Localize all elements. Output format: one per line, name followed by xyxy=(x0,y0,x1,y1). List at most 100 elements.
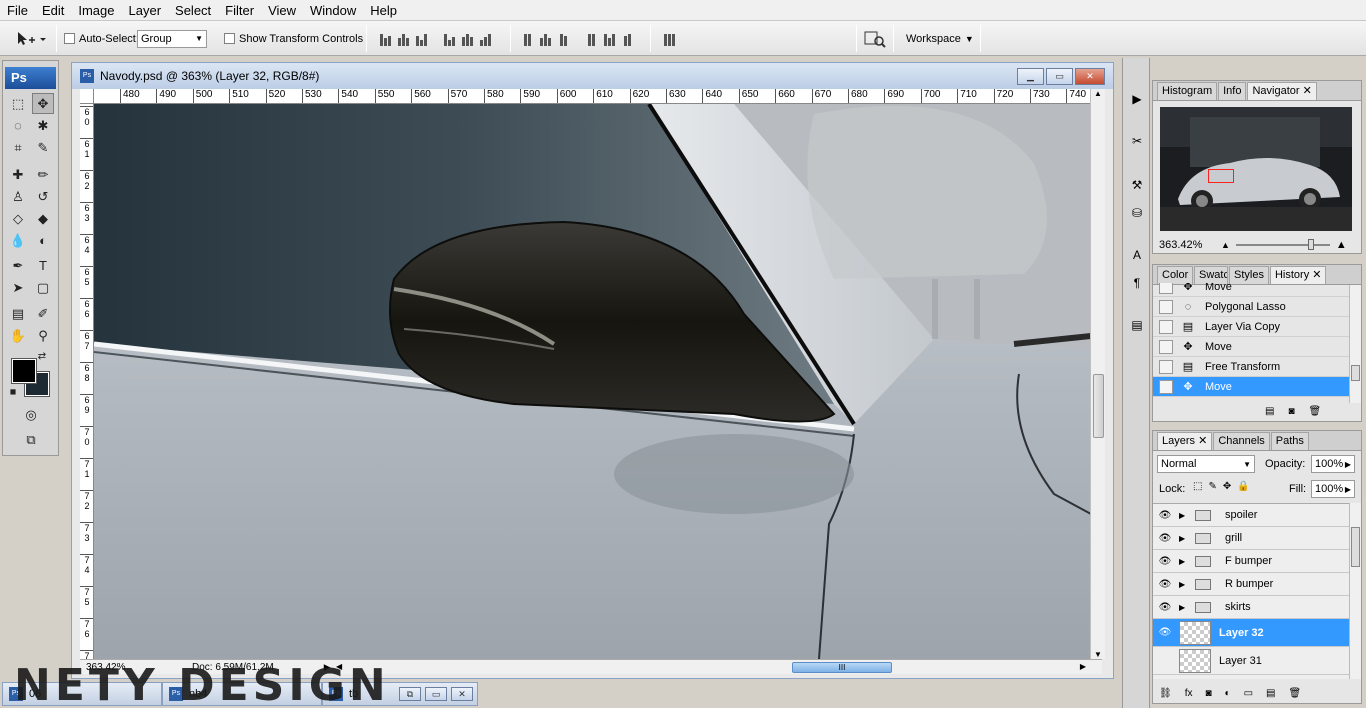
tab-color[interactable]: Color xyxy=(1157,266,1193,284)
history-item[interactable]: ▤ Free Transform xyxy=(1153,357,1349,377)
distribute-left-icon[interactable] xyxy=(584,32,598,46)
trash-icon[interactable]: 🗑 xyxy=(1309,406,1322,417)
hand-tool-icon[interactable]: ✋ xyxy=(7,325,29,346)
vertical-scroll-thumb[interactable] xyxy=(1093,374,1104,438)
eye-icon[interactable]: 👁 xyxy=(1157,602,1173,613)
document-title-bar[interactable]: Ps Navody.psd @ 363% (Layer 32, RGB/8#) … xyxy=(72,63,1113,89)
workspace-button[interactable]: Workspace ▼ xyxy=(906,21,974,56)
swap-colors-icon[interactable]: ⇄ xyxy=(35,349,49,363)
menu-view[interactable]: View xyxy=(261,0,303,21)
magic-wand-tool-icon[interactable]: ✱ xyxy=(32,115,54,136)
menu-select[interactable]: Select xyxy=(168,0,218,21)
quick-mask-icon[interactable]: ◎ xyxy=(20,404,42,425)
layers-scroll-thumb[interactable] xyxy=(1351,527,1360,567)
tab-swatches[interactable]: Swatc xyxy=(1194,266,1228,284)
align-hcenter-icon[interactable] xyxy=(460,32,474,46)
brush-tool-icon[interactable]: ✏ xyxy=(32,164,54,185)
brushes-icon[interactable]: ⚒ xyxy=(1126,174,1148,196)
menu-window[interactable]: Window xyxy=(303,0,363,21)
history-item[interactable]: ✥ Move xyxy=(1153,377,1349,397)
crop-tool-icon[interactable]: ⌗ xyxy=(7,137,29,158)
foreground-color-swatch[interactable] xyxy=(11,358,37,384)
expand-triangle-icon[interactable]: ▶ xyxy=(1179,534,1189,543)
history-snapshot-checkbox[interactable] xyxy=(1159,283,1173,294)
auto-align-layers-icon[interactable] xyxy=(662,32,676,46)
history-snapshot-checkbox[interactable] xyxy=(1159,339,1173,354)
lasso-tool-icon[interactable]: ◌ xyxy=(7,115,29,136)
align-bottom-icon[interactable] xyxy=(414,32,428,46)
horizontal-scroll-thumb[interactable]: III xyxy=(792,662,892,673)
horizontal-ruler[interactable]: 480 490 500 510 520 530 540 550 560 570 580 590 600 6… xyxy=(94,89,1101,104)
layer-style-icon[interactable]: fx xyxy=(1185,688,1193,699)
history-snapshot-checkbox[interactable] xyxy=(1159,379,1173,394)
history-item[interactable]: ✥ Move xyxy=(1153,337,1349,357)
layer-mask-icon[interactable]: ◙ xyxy=(1205,688,1211,699)
lock-image-icon[interactable]: ✎ xyxy=(1208,481,1216,492)
paragraph-icon[interactable]: ¶ xyxy=(1126,272,1148,294)
scroll-right-icon[interactable]: ▶ xyxy=(1080,662,1086,671)
layer-row[interactable]: Layer 31 xyxy=(1153,647,1349,675)
menu-help[interactable]: Help xyxy=(363,0,404,21)
history-item[interactable]: ◌ Polygonal Lasso xyxy=(1153,297,1349,317)
menu-image[interactable]: Image xyxy=(71,0,121,21)
lock-position-icon[interactable]: ✥ xyxy=(1223,481,1231,492)
vertical-ruler[interactable]: 6 0 6 1 6 2 6 3 6 4 6 5 6 6 6 7 6 8 6 9 7 0 7 1 7 2 7… xyxy=(80,104,94,659)
actions-icon[interactable]: ▶ xyxy=(1126,88,1148,110)
auto-select-checkbox[interactable] xyxy=(64,33,75,44)
character-icon[interactable]: A xyxy=(1126,244,1148,266)
eye-icon[interactable]: 👁 xyxy=(1157,556,1173,567)
image-canvas[interactable] xyxy=(94,104,1091,659)
expand-triangle-icon[interactable]: ▶ xyxy=(1179,511,1189,520)
clone-stamp-tool-icon[interactable]: ♙ xyxy=(7,186,29,207)
align-right-icon[interactable] xyxy=(478,32,492,46)
expand-triangle-icon[interactable]: ▶ xyxy=(1179,580,1189,589)
default-colors-icon[interactable]: ◼ xyxy=(7,385,19,397)
eye-icon[interactable]: 👁 xyxy=(1157,579,1173,590)
notes-tool-icon[interactable]: ▤ xyxy=(7,303,29,324)
clone-source-icon[interactable]: ⛁ xyxy=(1126,202,1148,224)
dodge-tool-icon[interactable]: ◐ xyxy=(32,230,54,251)
zoom-in-icon[interactable]: ▲ xyxy=(1336,239,1347,251)
adjustment-layer-icon[interactable]: ◐ xyxy=(1225,688,1231,699)
scroll-down-icon[interactable]: ▼ xyxy=(1091,650,1105,659)
close-icon[interactable]: ✕ xyxy=(1198,435,1207,447)
layer-group-row[interactable]: 👁 ▶ spoiler xyxy=(1153,504,1349,527)
slice-tool-icon[interactable]: ✎ xyxy=(32,137,54,158)
align-vcenter-icon[interactable] xyxy=(396,32,410,46)
minimize-button[interactable]: ▁ xyxy=(1017,68,1044,85)
bridge-icon[interactable] xyxy=(864,30,886,48)
blend-mode-dropdown[interactable]: Normal ▼ xyxy=(1157,455,1255,473)
menu-file[interactable]: File xyxy=(0,0,35,21)
tab-info[interactable]: Info xyxy=(1218,82,1247,100)
history-snapshot-checkbox[interactable] xyxy=(1159,359,1173,374)
maximize-button[interactable]: ▭ xyxy=(425,687,447,701)
layer-row[interactable]: 👁 Layer 32 xyxy=(1153,619,1349,647)
scroll-up-icon[interactable]: ▲ xyxy=(1091,89,1105,98)
eye-icon[interactable]: 👁 xyxy=(1157,627,1173,638)
distribute-top-icon[interactable] xyxy=(520,32,534,46)
eraser-tool-icon[interactable]: ◇ xyxy=(7,208,29,229)
menu-filter[interactable]: Filter xyxy=(218,0,261,21)
blur-tool-icon[interactable]: 💧 xyxy=(7,230,29,251)
layer-group-row[interactable]: 👁 ▶ R bumper xyxy=(1153,573,1349,596)
tool-presets-icon[interactable]: ✂ xyxy=(1126,130,1148,152)
history-item[interactable]: ▤ Layer Via Copy xyxy=(1153,317,1349,337)
lock-transparent-icon[interactable]: ⬚ xyxy=(1193,481,1202,492)
align-top-icon[interactable] xyxy=(378,32,392,46)
history-item[interactable]: ✥ Move xyxy=(1153,283,1349,297)
tab-history[interactable]: History ✕ xyxy=(1269,266,1327,284)
new-layer-icon[interactable]: ▤ xyxy=(1266,688,1275,699)
layer-group-row[interactable]: 👁 ▶ skirts xyxy=(1153,596,1349,619)
marquee-tool-icon[interactable]: ⬚ xyxy=(7,93,29,114)
new-snapshot-icon[interactable]: ◙ xyxy=(1288,406,1294,417)
tool-preset-picker[interactable] xyxy=(14,21,46,56)
tab-styles[interactable]: Styles xyxy=(1229,266,1269,284)
lock-all-icon[interactable]: 🔒 xyxy=(1237,481,1249,492)
history-scrollbar[interactable] xyxy=(1349,285,1361,403)
pen-tool-icon[interactable]: ✒ xyxy=(7,255,29,276)
history-brush-tool-icon[interactable]: ↺ xyxy=(32,186,54,207)
layers-scrollbar[interactable] xyxy=(1349,503,1361,679)
close-button[interactable]: ✕ xyxy=(1075,68,1105,85)
layer-group-row[interactable]: 👁 ▶ F bumper xyxy=(1153,550,1349,573)
history-snapshot-checkbox[interactable] xyxy=(1159,299,1173,314)
